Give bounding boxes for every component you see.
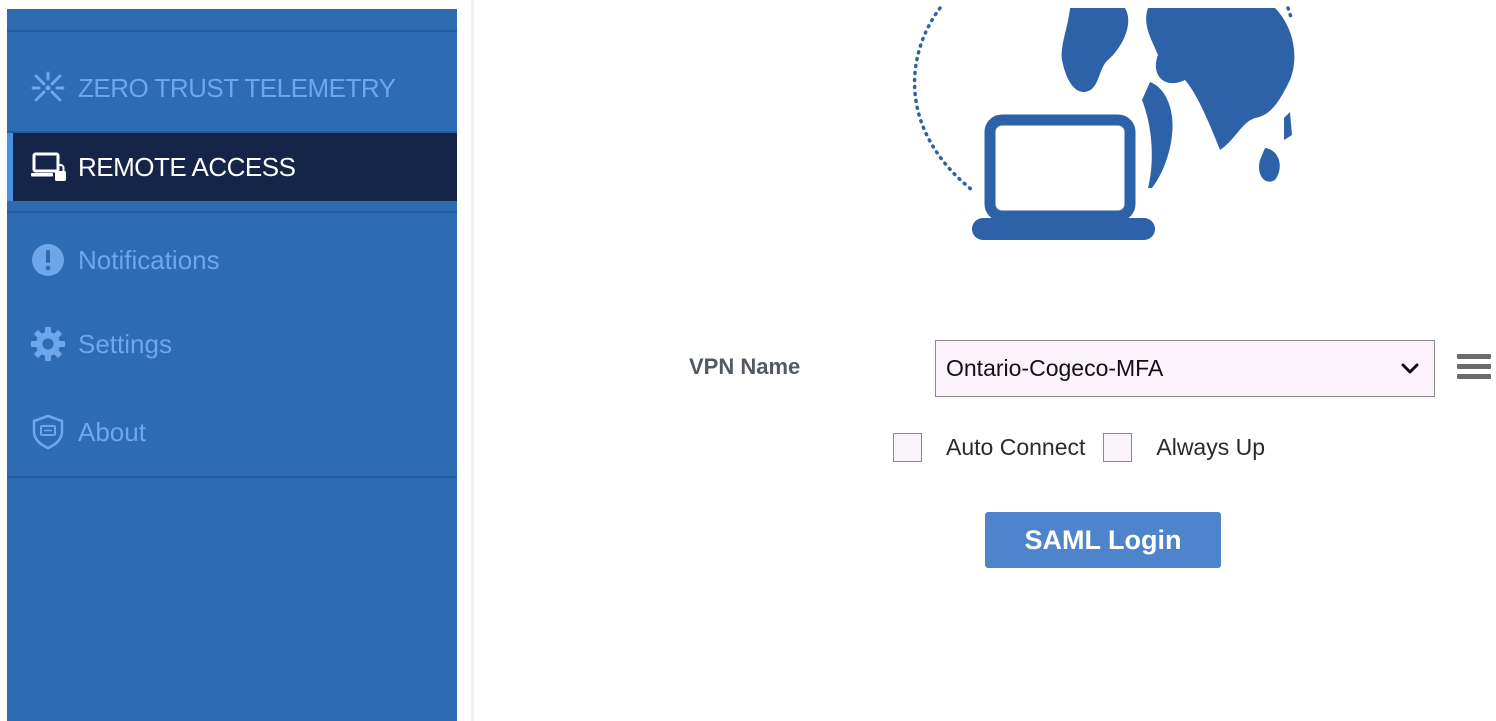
- content-divider: [471, 0, 474, 721]
- exclamation-icon: [28, 240, 68, 280]
- vpn-name-select[interactable]: Ontario-Cogeco-MFA: [935, 340, 1435, 397]
- globe-laptop-icon: [912, 6, 1295, 240]
- chevron-down-icon: [1392, 351, 1428, 387]
- vpn-illustration: [880, 0, 1310, 260]
- vpn-name-selected-value: Ontario-Cogeco-MFA: [946, 355, 1164, 381]
- hamburger-menu-icon[interactable]: [1457, 354, 1491, 384]
- sidebar-item-settings[interactable]: Settings: [7, 305, 457, 383]
- telemetry-icon: [28, 68, 68, 108]
- vpn-name-label: VPN Name: [689, 354, 801, 379]
- sidebar-item-about[interactable]: About: [7, 393, 457, 471]
- sidebar-item-label: About: [78, 416, 146, 447]
- sidebar-item-remote-access[interactable]: REMOTE ACCESS: [7, 133, 457, 201]
- connection-options: Auto Connect Always Up: [893, 433, 1283, 462]
- sidebar-divider: [7, 476, 457, 478]
- sidebar-item-label: REMOTE ACCESS: [78, 151, 296, 182]
- sidebar-divider: [7, 211, 457, 213]
- shield-icon: [28, 412, 68, 452]
- always-up-label: Always Up: [1156, 434, 1266, 460]
- sidebar-item-label: Settings: [78, 328, 172, 359]
- always-up-checkbox[interactable]: [1103, 433, 1133, 462]
- remote-access-icon: [28, 147, 68, 187]
- auto-connect-checkbox[interactable]: [893, 433, 922, 462]
- gear-icon: [28, 324, 68, 364]
- sidebar: ZERO TRUST TELEMETRY REMOTE ACCESS Notif…: [7, 9, 457, 721]
- saml-login-button[interactable]: SAML Login: [985, 512, 1221, 568]
- sidebar-item-label: ZERO TRUST TELEMETRY: [78, 72, 396, 103]
- sidebar-divider: [7, 30, 457, 32]
- sidebar-item-zero-trust-telemetry[interactable]: ZERO TRUST TELEMETRY: [7, 44, 457, 132]
- sidebar-item-notifications[interactable]: Notifications: [7, 221, 457, 299]
- auto-connect-label: Auto Connect: [946, 434, 1086, 460]
- sidebar-item-label: Notifications: [78, 244, 220, 275]
